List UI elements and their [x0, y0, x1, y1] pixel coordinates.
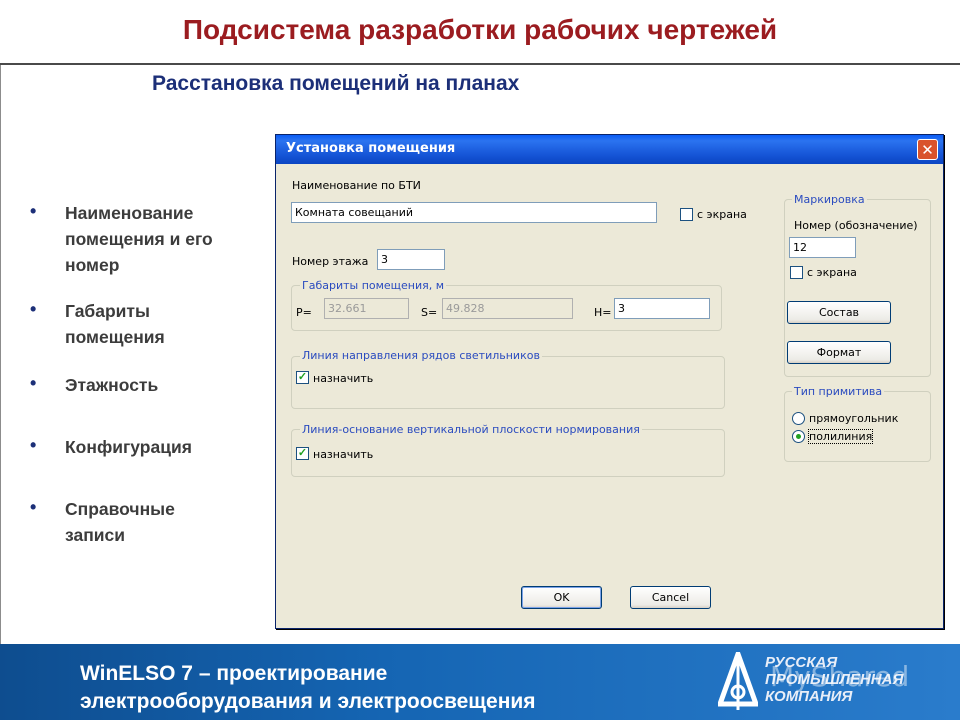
marking-from-screen-checkbox[interactable]	[790, 266, 803, 279]
format-button[interactable]: Формат	[787, 341, 891, 364]
bullet-dot-icon: •	[30, 201, 37, 221]
bullet-dot-icon: •	[30, 299, 37, 319]
bullet-line: Этажность	[65, 375, 159, 395]
marking-number-input[interactable]: 12	[789, 237, 856, 258]
rectangle-radio[interactable]	[792, 412, 805, 425]
marking-from-screen-label: с экрана	[807, 266, 857, 279]
light-direction-group-label: Линия направления рядов светильников	[300, 349, 542, 362]
marking-number-label: Номер (обозначение)	[794, 219, 918, 232]
footer-text: WinELSO 7 – проектирование электрооборуд…	[80, 660, 536, 716]
bullet-dot-icon: •	[30, 373, 37, 393]
bullet-dot-icon: •	[30, 435, 37, 455]
s-field: 49.828	[442, 298, 573, 319]
slide-subtitle: Расстановка помещений на планах	[152, 72, 520, 95]
floor-input[interactable]: 3	[377, 249, 445, 270]
bullet-item: • Этажность	[30, 372, 265, 398]
name-from-screen-label: с экрана	[697, 208, 747, 221]
bullet-line: Наименование	[65, 203, 194, 223]
bullet-dot-icon: •	[30, 497, 37, 517]
name-input[interactable]: Комната совещаний	[291, 202, 657, 223]
marking-group-label: Маркировка	[792, 193, 867, 206]
p-field: 32.661	[324, 298, 409, 319]
bullet-item: • Наименование помещения и его номер	[30, 200, 265, 278]
polyline-radio[interactable]	[792, 430, 805, 443]
baseline-group-label: Линия-основание вертикальной плоскости н…	[300, 423, 642, 436]
rectangle-radio-label: прямоугольник	[809, 412, 899, 425]
title-divider	[0, 63, 960, 65]
primitive-type-group	[784, 391, 931, 462]
bullet-line: помещения	[65, 327, 165, 347]
assign-direction-label: назначить	[313, 372, 374, 385]
bullet-line: номер	[65, 255, 120, 275]
p-label: P=	[296, 306, 312, 319]
ok-button[interactable]: OK	[521, 586, 602, 609]
room-setup-dialog: Установка помещения ✕ Наименование по БТ…	[275, 134, 944, 629]
primitive-type-group-label: Тип примитива	[792, 385, 885, 398]
footer-line-2: электрооборудования и электроосвещения	[80, 690, 536, 713]
assign-direction-checkbox[interactable]: ✓	[296, 371, 309, 384]
footer-line-1: WinELSO 7 – проектирование	[80, 662, 388, 685]
name-from-screen-checkbox[interactable]	[680, 208, 693, 221]
bullet-line: Конфигурация	[65, 437, 192, 457]
bullet-list: • Наименование помещения и его номер • Г…	[30, 200, 265, 548]
bullet-item: • Габариты помещения	[30, 298, 265, 350]
s-label: S=	[421, 306, 438, 319]
floor-label: Номер этажа	[292, 255, 369, 268]
bullet-line: Габариты	[65, 301, 150, 321]
company-logo-icon	[718, 652, 758, 710]
cancel-button[interactable]: Cancel	[630, 586, 711, 609]
polyline-radio-label: полилиния	[807, 429, 874, 444]
watermark: MyShared	[770, 660, 910, 693]
dialog-title: Установка помещения	[286, 141, 456, 156]
bullet-item: • Конфигурация	[30, 434, 265, 460]
bullet-line: помещения и его	[65, 229, 213, 249]
close-icon[interactable]: ✕	[917, 139, 938, 160]
slide-title: Подсистема разработки рабочих чертежей	[182, 14, 778, 45]
composition-button[interactable]: Состав	[787, 301, 891, 324]
h-input[interactable]: 3	[614, 298, 710, 319]
bullet-item: • Справочные записи	[30, 496, 265, 548]
assign-baseline-checkbox[interactable]: ✓	[296, 447, 309, 460]
slide-left-border	[0, 65, 1, 645]
footer-banner: WinELSO 7 – проектирование электрооборуд…	[0, 644, 960, 720]
dialog-titlebar[interactable]: Установка помещения ✕	[276, 135, 943, 164]
bullet-line: записи	[65, 525, 126, 545]
bullet-line: Справочные	[65, 499, 175, 519]
h-label: H=	[594, 306, 612, 319]
name-label: Наименование по БТИ	[292, 179, 421, 192]
dimensions-group-label: Габариты помещения, м	[300, 279, 447, 292]
assign-baseline-label: назначить	[313, 448, 374, 461]
